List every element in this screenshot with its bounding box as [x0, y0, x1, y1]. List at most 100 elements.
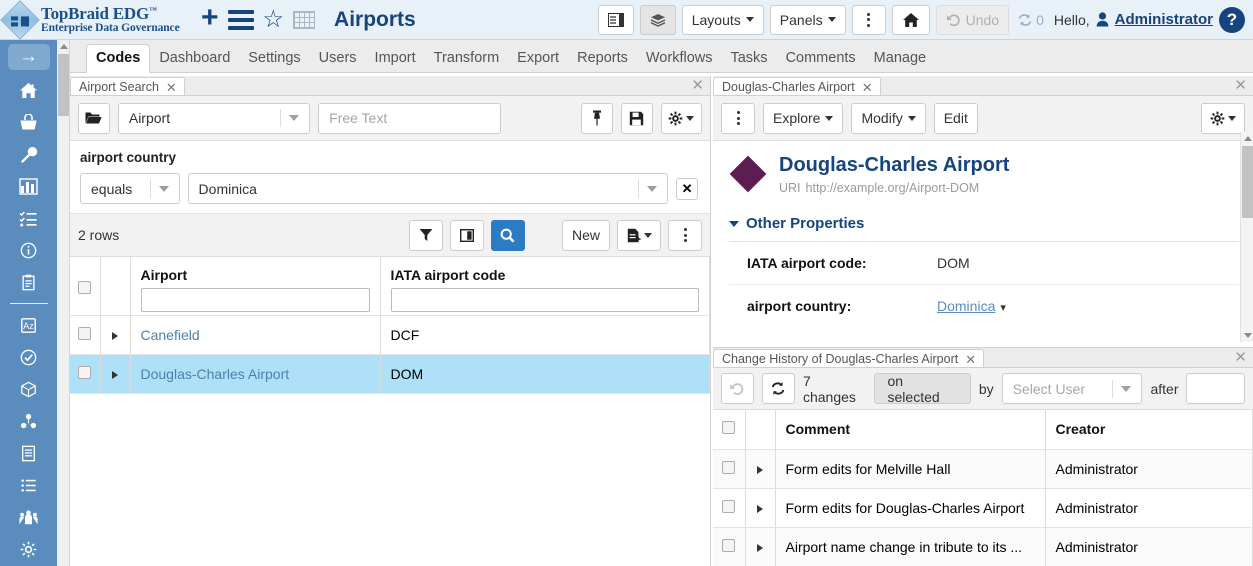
- chevron-down-icon[interactable]: ▾: [1000, 301, 1006, 314]
- sidebar-item-reports[interactable]: [0, 170, 57, 202]
- sidebar-scrollbar[interactable]: [57, 40, 70, 566]
- criteria-value-dropdown[interactable]: Dominica: [188, 173, 669, 204]
- scroll-up-arrow-icon[interactable]: [1244, 136, 1252, 141]
- close-icon[interactable]: ✕: [965, 353, 976, 366]
- expand-row-icon[interactable]: [757, 466, 763, 474]
- undo-button[interactable]: Undo: [936, 5, 1009, 35]
- filter-button[interactable]: [409, 220, 443, 251]
- nav-tab-users[interactable]: Users: [310, 45, 366, 72]
- scope-toggle-button[interactable]: on selected: [874, 373, 971, 404]
- property-value-link[interactable]: Dominica: [937, 298, 995, 314]
- scrollbar-thumb[interactable]: [1242, 146, 1253, 218]
- sidebar-item-home[interactable]: [0, 74, 57, 106]
- resource-panel-scrollbar[interactable]: [1240, 132, 1253, 342]
- history-revert-button[interactable]: [721, 373, 754, 404]
- sidebar-item-basket[interactable]: [0, 106, 57, 138]
- nav-tab-import[interactable]: Import: [366, 45, 425, 72]
- resource-panel-tab[interactable]: Douglas-Charles Airport ✕: [713, 77, 881, 95]
- table-row[interactable]: Douglas-Charles Airport DOM: [70, 354, 710, 393]
- left-panel-toggle-button[interactable]: [598, 5, 634, 35]
- star-icon[interactable]: ☆: [263, 8, 285, 32]
- sidebar-item-settings[interactable]: [0, 533, 57, 565]
- row-checkbox[interactable]: [78, 327, 91, 340]
- sidebar-item-clipboard[interactable]: [0, 266, 57, 298]
- select-all-checkbox[interactable]: [722, 421, 735, 434]
- columns-button[interactable]: [450, 220, 484, 251]
- column-filter-airport[interactable]: [141, 288, 370, 312]
- new-button[interactable]: New: [562, 220, 610, 251]
- free-text-input[interactable]: Free Text: [318, 103, 501, 134]
- expand-row-icon[interactable]: [757, 544, 763, 552]
- resource-more-button[interactable]: [721, 103, 755, 134]
- expand-row-icon[interactable]: [112, 371, 118, 379]
- resource-panel-close-icon[interactable]: ✕: [1234, 78, 1247, 93]
- sidebar-item-documents[interactable]: [0, 437, 57, 469]
- nav-tab-reports[interactable]: Reports: [568, 45, 637, 72]
- table-row[interactable]: Canefield DCF: [70, 315, 710, 354]
- plus-icon[interactable]: +: [201, 3, 219, 33]
- close-icon[interactable]: ✕: [862, 81, 873, 94]
- search-panel-tab[interactable]: Airport Search ✕: [70, 77, 185, 95]
- column-header-comment[interactable]: Comment: [775, 410, 1045, 449]
- sidebar-item-glossary[interactable]: Az: [0, 309, 57, 341]
- nav-tab-export[interactable]: Export: [508, 45, 568, 72]
- search-panel-close-icon[interactable]: ✕: [691, 78, 704, 93]
- sidebar-item-lists[interactable]: [0, 469, 57, 501]
- history-refresh-button[interactable]: [762, 373, 795, 404]
- row-checkbox[interactable]: [722, 539, 735, 552]
- history-panel-tab[interactable]: Change History of Douglas-Charles Airpor…: [713, 349, 984, 367]
- pending-changes-indicator[interactable]: 0: [1017, 12, 1044, 28]
- layers-button[interactable]: [640, 5, 676, 35]
- edit-button[interactable]: Edit: [934, 103, 978, 134]
- user-filter-dropdown[interactable]: Select User: [1002, 373, 1143, 404]
- other-properties-section-header[interactable]: Other Properties: [729, 215, 1239, 232]
- nav-tab-workflows[interactable]: Workflows: [637, 45, 722, 72]
- grid-icon[interactable]: [293, 11, 315, 29]
- export-button[interactable]: [617, 220, 661, 251]
- criteria-operator-dropdown[interactable]: equals: [80, 173, 180, 204]
- panels-button[interactable]: Panels: [770, 5, 846, 35]
- cell-airport-name[interactable]: Douglas-Charles Airport: [130, 354, 380, 393]
- sidebar-item-assets[interactable]: [0, 373, 57, 405]
- explore-button[interactable]: Explore: [763, 103, 843, 134]
- open-search-button[interactable]: [78, 103, 110, 134]
- help-icon[interactable]: ?: [1219, 7, 1245, 33]
- modify-button[interactable]: Modify: [851, 103, 925, 134]
- search-type-dropdown[interactable]: Airport: [118, 103, 310, 134]
- close-icon[interactable]: ✕: [166, 81, 177, 94]
- scrollbar-thumb[interactable]: [58, 54, 69, 116]
- nav-tab-tasks[interactable]: Tasks: [721, 45, 776, 72]
- scroll-down-arrow-icon[interactable]: [1244, 333, 1252, 338]
- nav-tab-dashboard[interactable]: Dashboard: [150, 45, 239, 72]
- expand-row-icon[interactable]: [757, 505, 763, 513]
- history-panel-close-icon[interactable]: ✕: [1234, 350, 1247, 365]
- brand-logo[interactable]: TopBraid EDG™ Enterprise Data Governance: [0, 5, 195, 35]
- row-checkbox[interactable]: [78, 366, 91, 379]
- sidebar-item-info[interactable]: [0, 234, 57, 266]
- table-row[interactable]: Form edits for Douglas-Charles Airport A…: [713, 488, 1253, 527]
- sidebar-item-people[interactable]: [0, 501, 57, 533]
- sidebar-item-tasks[interactable]: [0, 202, 57, 234]
- scroll-up-arrow-icon[interactable]: [60, 44, 68, 49]
- after-date-input[interactable]: [1186, 373, 1245, 404]
- table-row[interactable]: Form edits for Melville Hall Administrat…: [713, 449, 1253, 488]
- header-more-button[interactable]: [852, 5, 886, 35]
- column-header-creator[interactable]: Creator: [1045, 410, 1253, 449]
- search-button[interactable]: [491, 220, 525, 251]
- home-button[interactable]: [892, 5, 930, 35]
- expand-row-icon[interactable]: [112, 332, 118, 340]
- layouts-button[interactable]: Layouts: [682, 5, 764, 35]
- table-row[interactable]: Airport name change in tribute to its ..…: [713, 527, 1253, 566]
- pin-search-button[interactable]: [581, 103, 613, 134]
- row-checkbox[interactable]: [722, 461, 735, 474]
- save-search-button[interactable]: [621, 103, 653, 134]
- row-checkbox[interactable]: [722, 500, 735, 513]
- cell-airport-name[interactable]: Canefield: [130, 315, 380, 354]
- select-all-checkbox[interactable]: [78, 281, 91, 294]
- user-name-link[interactable]: Administrator: [1115, 11, 1213, 28]
- sidebar-item-approvals[interactable]: [0, 341, 57, 373]
- nav-tab-settings[interactable]: Settings: [239, 45, 309, 72]
- column-header-airport[interactable]: Airport: [130, 257, 380, 315]
- remove-criteria-button[interactable]: ✕: [676, 178, 698, 200]
- nav-tab-comments[interactable]: Comments: [777, 45, 865, 72]
